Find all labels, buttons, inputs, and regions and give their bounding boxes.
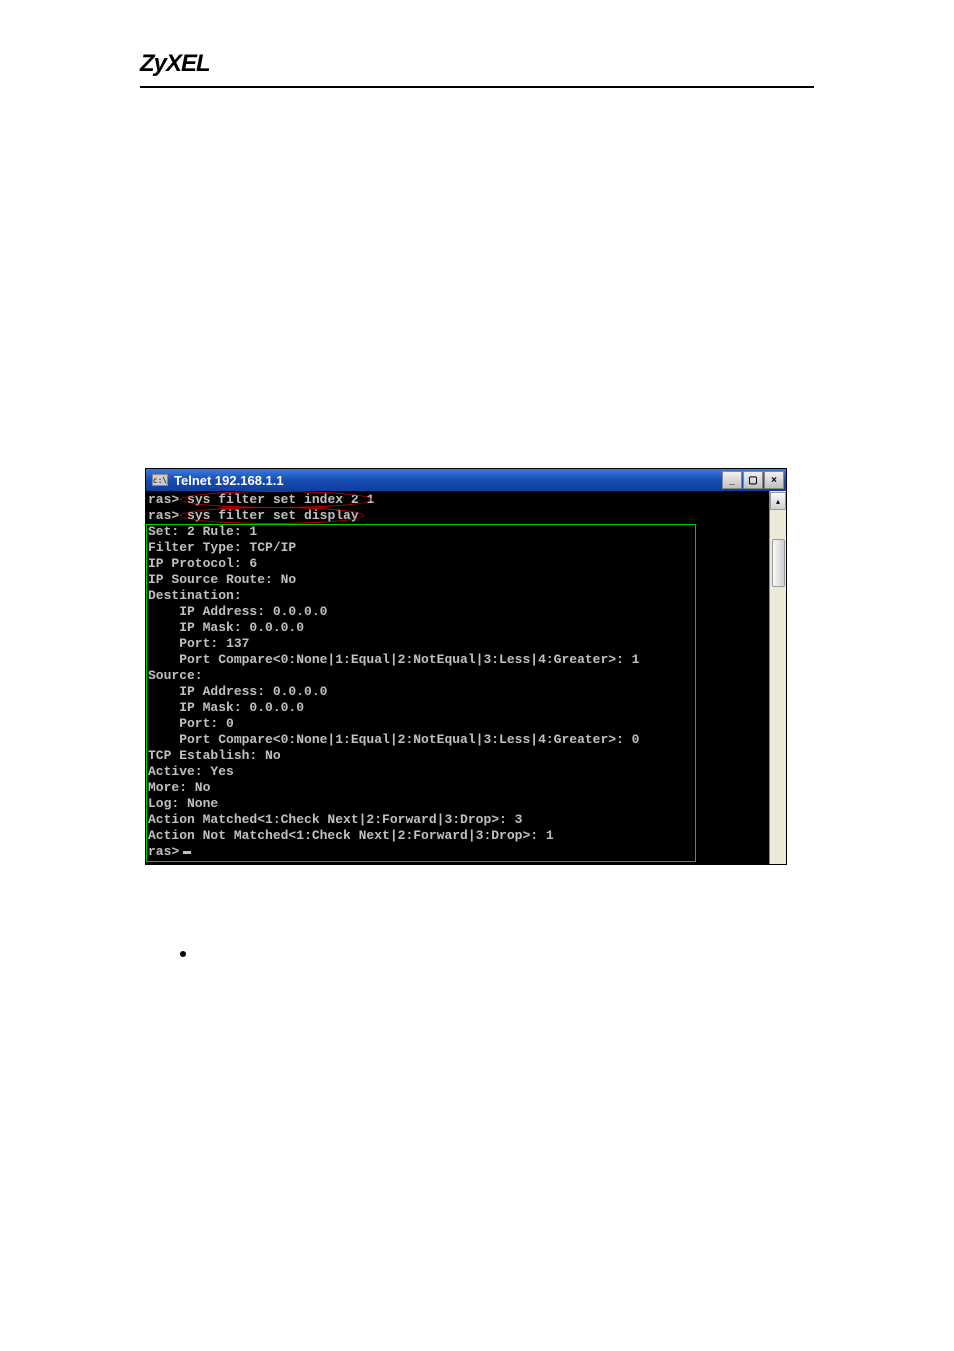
output-line: Log: None — [148, 796, 218, 811]
output-line: Active: Yes — [148, 764, 234, 779]
maximize-button[interactable]: ▢ — [743, 471, 763, 489]
output-line: Action Matched<1:Check Next|2:Forward|3:… — [148, 812, 522, 827]
output-line: IP Address: 0.0.0.0 — [148, 604, 327, 619]
output-line: TCP Establish: No — [148, 748, 281, 763]
output-line: Source: — [148, 668, 203, 683]
output-line: Port: 137 — [148, 636, 249, 651]
window-buttons: _ ▢ × — [722, 471, 784, 489]
window-title: Telnet 192.168.1.1 — [174, 473, 284, 488]
cmd-text: sys filter set index 2 1 — [179, 492, 374, 507]
cursor — [183, 851, 191, 854]
cmd-text: sys filter set display — [179, 508, 358, 523]
minimize-button[interactable]: _ — [722, 471, 742, 489]
close-button[interactable]: × — [764, 471, 784, 489]
output-line: More: No — [148, 780, 210, 795]
terminal-output[interactable]: ras> sys filter set index 2 1 ras> sys f… — [146, 491, 769, 864]
output-line: Filter Type: TCP/IP — [148, 540, 296, 555]
prompt: ras> — [148, 508, 179, 523]
output-line: Destination: — [148, 588, 242, 603]
window-titlebar[interactable]: c:\ Telnet 192.168.1.1 _ ▢ × — [146, 469, 786, 491]
cmd-icon: c:\ — [152, 474, 168, 486]
output-line: Port: 0 — [148, 716, 234, 731]
page-header: ZyXEL — [140, 50, 814, 88]
output-line: Set: 2 Rule: 1 — [148, 524, 257, 539]
prompt: ras> — [148, 492, 179, 507]
bullet-point — [180, 945, 814, 963]
scroll-up-button[interactable]: ▴ — [770, 492, 786, 510]
logo: ZyXEL — [140, 50, 210, 77]
output-line: IP Source Route: No — [148, 572, 296, 587]
output-line: Port Compare<0:None|1:Equal|2:NotEqual|3… — [148, 652, 639, 667]
output-line: IP Address: 0.0.0.0 — [148, 684, 327, 699]
prompt: ras> — [148, 844, 179, 859]
output-line: Port Compare<0:None|1:Equal|2:NotEqual|3… — [148, 732, 639, 747]
output-line: Action Not Matched<1:Check Next|2:Forwar… — [148, 828, 554, 843]
output-line: IP Mask: 0.0.0.0 — [148, 620, 304, 635]
output-line: IP Mask: 0.0.0.0 — [148, 700, 304, 715]
titlebar-left: c:\ Telnet 192.168.1.1 — [152, 473, 284, 488]
output-line: IP Protocol: 6 — [148, 556, 257, 571]
scrollbar[interactable]: ▴ — [769, 491, 786, 864]
scroll-thumb[interactable] — [772, 539, 785, 587]
telnet-window: c:\ Telnet 192.168.1.1 _ ▢ × ras> sys fi… — [145, 468, 787, 865]
bullet-icon — [180, 951, 186, 957]
